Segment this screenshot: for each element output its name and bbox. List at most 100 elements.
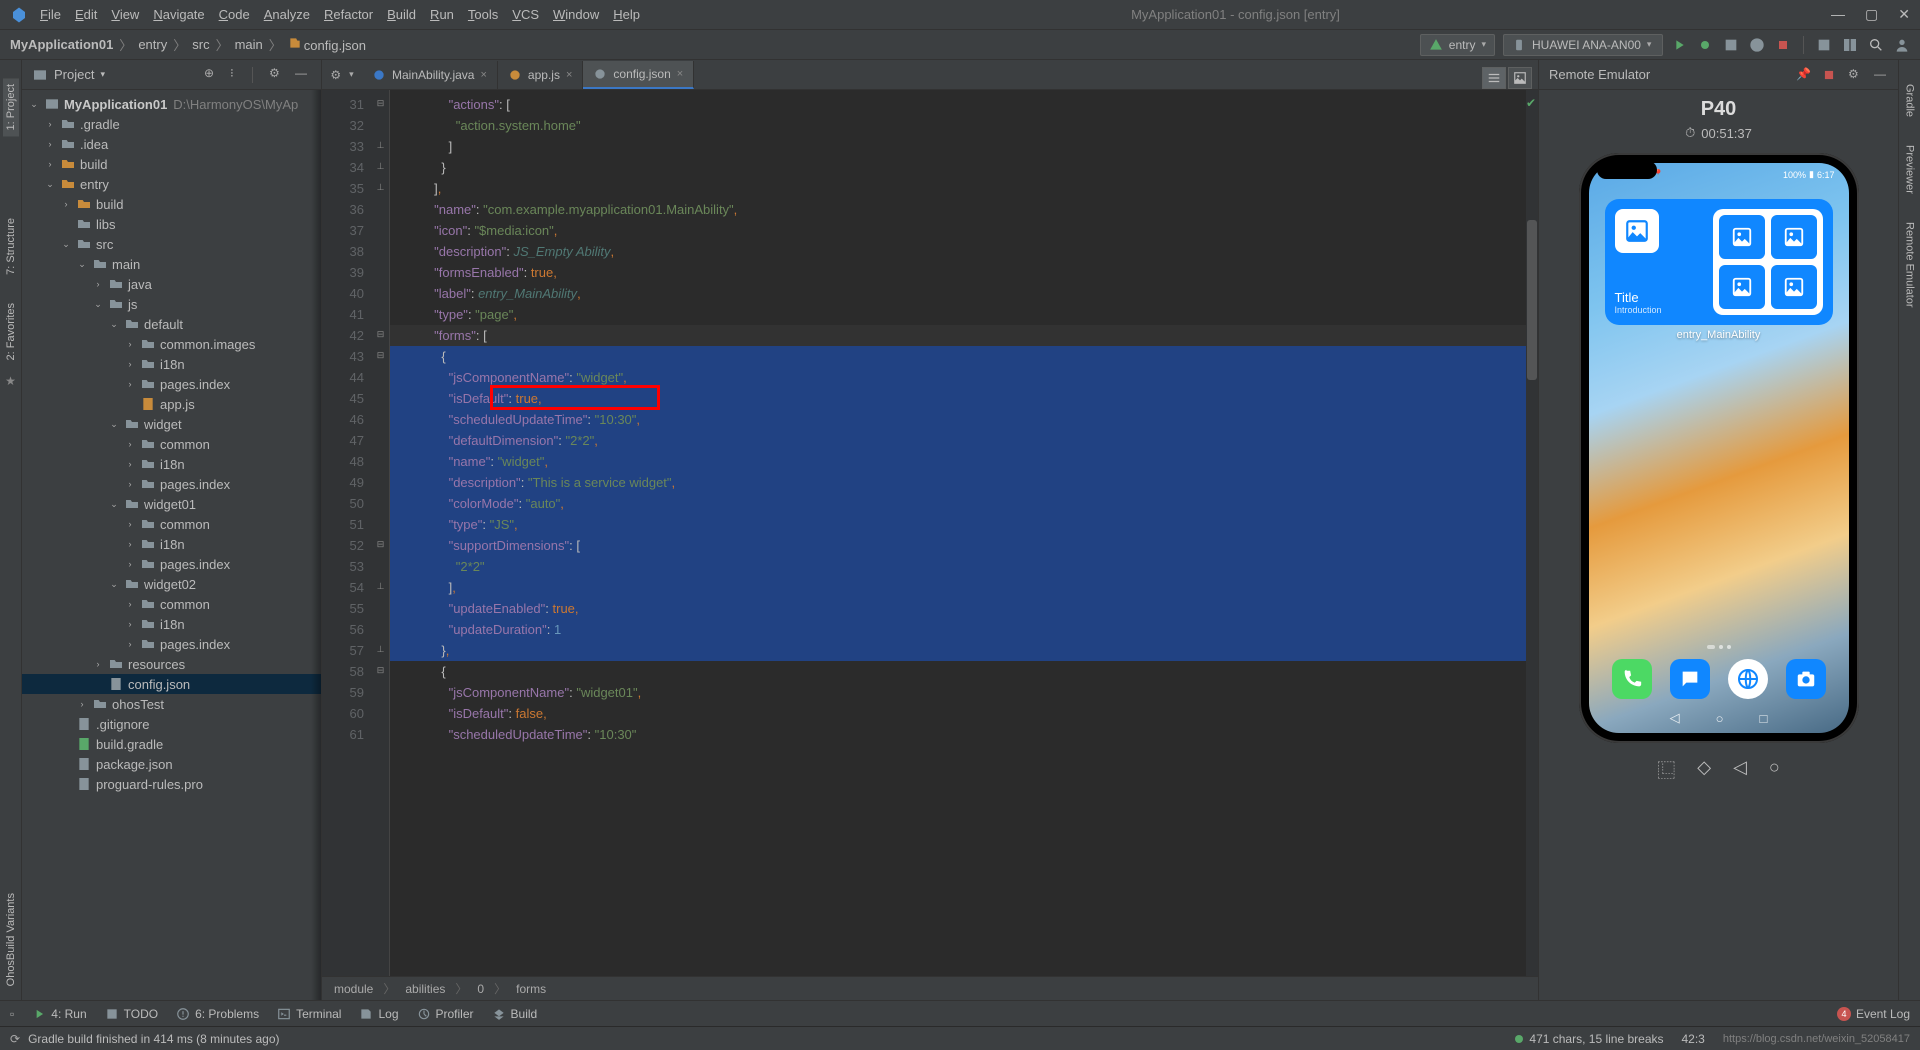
toolwindow-log[interactable]: Log <box>359 1007 398 1021</box>
screenshot-icon[interactable]: ⿺ <box>1657 757 1675 783</box>
toolwindow-build[interactable]: Build <box>492 1007 538 1021</box>
project-panel-title[interactable]: Project <box>54 67 94 82</box>
tree-row[interactable]: ›pages.index <box>22 554 321 574</box>
code-line[interactable]: ] <box>390 136 1538 157</box>
menu-code[interactable]: Code <box>219 7 250 22</box>
minimize-icon[interactable]: — <box>1831 6 1845 23</box>
menu-refactor[interactable]: Refactor <box>324 7 373 22</box>
code-line[interactable]: ], <box>390 577 1538 598</box>
menu-help[interactable]: Help <box>613 7 640 22</box>
close-tab-icon[interactable]: × <box>677 68 683 80</box>
rail-tab-ohos-build[interactable]: OhosBuild Variants <box>3 887 19 992</box>
profile-icon[interactable] <box>1749 37 1765 53</box>
code-line[interactable]: "action.system.home" <box>390 115 1538 136</box>
toolwindow-run[interactable]: 4: Run <box>32 1007 86 1021</box>
code-line[interactable]: "actions": [ <box>390 94 1538 115</box>
code-line[interactable]: "label": entry_MainAbility, <box>390 283 1538 304</box>
back-icon[interactable]: ◁ <box>1733 757 1747 783</box>
tree-row[interactable]: ⌄widget <box>22 414 321 434</box>
dock-app-browser[interactable] <box>1728 659 1768 699</box>
code-line[interactable]: "isDefault": true, <box>390 388 1538 409</box>
tree-row[interactable]: ⌄widget01 <box>22 494 321 514</box>
status-sync-icon[interactable]: ⟳ <box>10 1033 20 1045</box>
code-line[interactable]: "name": "com.example.myapplication01.Mai… <box>390 199 1538 220</box>
code-line[interactable]: "updateDuration": 1 <box>390 619 1538 640</box>
event-log-button[interactable]: 4 Event Log <box>1837 1007 1910 1021</box>
breadcrumb-item[interactable]: MyApplication01 <box>10 37 113 52</box>
tree-row[interactable]: ›build <box>22 194 321 214</box>
code-line[interactable]: { <box>390 346 1538 367</box>
close-icon[interactable]: ✕ <box>1898 6 1910 23</box>
rail-tab-gradle[interactable]: Gradle <box>1902 78 1918 123</box>
tree-row[interactable]: ›common <box>22 514 321 534</box>
editor-tab[interactable]: MainAbility.java× <box>362 61 498 89</box>
rail-tab-structure[interactable]: 7: Structure <box>3 212 19 281</box>
tree-row[interactable]: ›build <box>22 154 321 174</box>
tree-row[interactable]: ›java <box>22 274 321 294</box>
vertical-scrollbar-thumb[interactable] <box>1527 220 1537 380</box>
fold-gutter[interactable]: ⊟⊥⊥⊥⊟⊟⊟⊥⊥⊟ <box>372 90 390 976</box>
code-line[interactable]: "colorMode": "auto", <box>390 493 1538 514</box>
pin-icon[interactable]: 📌 <box>1796 68 1810 82</box>
menu-file[interactable]: File <box>40 7 61 22</box>
coverage-icon[interactable] <box>1723 37 1739 53</box>
annotation-stripe[interactable]: ✔ <box>1526 90 1538 976</box>
tree-row[interactable]: ⌄js <box>22 294 321 314</box>
hide-icon[interactable]: — <box>295 67 311 83</box>
tree-row[interactable]: proguard-rules.pro <box>22 774 321 794</box>
tree-row[interactable]: ⌄widget02 <box>22 574 321 594</box>
code-editor[interactable]: 3132333435363738394041424344454647484950… <box>322 90 1538 976</box>
code-line[interactable]: }, <box>390 640 1538 661</box>
code-line[interactable]: "defaultDimension": "2*2", <box>390 430 1538 451</box>
code-line[interactable]: } <box>390 157 1538 178</box>
toolwindow-problems[interactable]: 6: Problems <box>176 1007 259 1021</box>
code-line[interactable]: "description": "This is a service widget… <box>390 472 1538 493</box>
nav-back-icon[interactable]: ◁ <box>1670 710 1680 726</box>
rail-tab-favorites[interactable]: 2: Favorites <box>3 297 19 366</box>
code-line[interactable]: "isDefault": false, <box>390 703 1538 724</box>
run-icon[interactable] <box>1671 37 1687 53</box>
dock-app-phone[interactable] <box>1612 659 1652 699</box>
tree-row[interactable]: ›pages.index <box>22 474 321 494</box>
tree-row[interactable]: ›i18n <box>22 534 321 554</box>
text-view-button[interactable] <box>1482 67 1506 89</box>
gear-icon[interactable]: ⚙ <box>1848 68 1862 82</box>
dock-app-messages[interactable] <box>1670 659 1710 699</box>
dock-app-camera[interactable] <box>1786 659 1826 699</box>
tree-row[interactable]: libs <box>22 214 321 234</box>
code-breadcrumb-item[interactable]: abilities <box>405 982 445 996</box>
debug-icon[interactable] <box>1697 37 1713 53</box>
breadcrumb-item[interactable]: config.json <box>288 36 366 53</box>
code-line[interactable]: "scheduledUpdateTime": "10:30" <box>390 724 1538 745</box>
device-file-icon[interactable] <box>1816 37 1832 53</box>
stop-icon[interactable] <box>1775 37 1791 53</box>
close-tab-icon[interactable]: × <box>566 69 572 81</box>
menu-run[interactable]: Run <box>430 7 454 22</box>
code-line[interactable]: "supportDimensions": [ <box>390 535 1538 556</box>
chevron-down-icon[interactable]: ▾ <box>100 69 105 80</box>
tree-row[interactable]: .gitignore <box>22 714 321 734</box>
menu-edit[interactable]: Edit <box>75 7 97 22</box>
code-breadcrumb-item[interactable]: 0 <box>477 982 484 996</box>
tree-row[interactable]: ›i18n <box>22 614 321 634</box>
tree-row[interactable]: app.js <box>22 394 321 414</box>
layout-icon[interactable] <box>1842 37 1858 53</box>
design-view-button[interactable] <box>1508 67 1532 89</box>
menu-view[interactable]: View <box>111 7 139 22</box>
tree-row[interactable]: ›pages.index <box>22 634 321 654</box>
tree-row[interactable]: ⌄entry <box>22 174 321 194</box>
breadcrumb-item[interactable]: entry <box>138 37 167 52</box>
menu-window[interactable]: Window <box>553 7 599 22</box>
gear-icon[interactable]: ⚙ <box>330 69 341 81</box>
editor-tab[interactable]: config.json× <box>583 61 694 89</box>
maximize-icon[interactable]: ▢ <box>1865 6 1878 23</box>
gear-icon[interactable]: ⚙ <box>269 67 285 83</box>
code-line[interactable]: "formsEnabled": true, <box>390 262 1538 283</box>
code-breadcrumb-item[interactable]: forms <box>516 982 546 996</box>
code-line[interactable]: "2*2" <box>390 556 1538 577</box>
code-line[interactable]: "description": JS_Empty Ability, <box>390 241 1538 262</box>
toolwindow-todo[interactable]: TODO <box>105 1007 158 1021</box>
code-breadcrumb-item[interactable]: module <box>334 982 373 996</box>
menu-navigate[interactable]: Navigate <box>153 7 204 22</box>
service-widget-card[interactable]: Title Introduction <box>1605 199 1833 325</box>
